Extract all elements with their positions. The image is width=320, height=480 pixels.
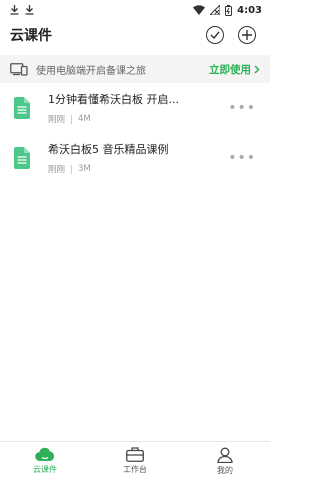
- briefcase-icon: [126, 447, 144, 462]
- bottom-tab-bar: 云课件 工作台 我的: [0, 441, 270, 480]
- cloud-icon: [35, 447, 55, 462]
- add-button[interactable]: [238, 26, 256, 44]
- file-size: 4M: [78, 114, 91, 124]
- tab-profile[interactable]: 我的: [180, 442, 270, 480]
- tab-label: 我的: [217, 465, 233, 475]
- meta-divider: [71, 164, 73, 174]
- download-icon: [25, 5, 34, 15]
- tab-label: 工作台: [123, 465, 147, 474]
- banner-message: 使用电脑端开启备课之旅: [36, 65, 146, 77]
- more-options-icon[interactable]: •••: [224, 100, 260, 116]
- wifi-icon: [193, 5, 206, 15]
- list-item[interactable]: 1分钟看懂希沃白板 开启... 刚刚 4M •••: [0, 88, 270, 128]
- file-title: 希沃白板5 音乐精品课例: [48, 143, 169, 156]
- file-size: 3M: [78, 164, 91, 174]
- use-now-label: 立即使用: [209, 63, 251, 76]
- use-now-link[interactable]: 立即使用: [209, 62, 260, 77]
- file-time: 刚刚: [48, 115, 66, 125]
- document-icon: [14, 97, 30, 119]
- status-time: 4:03: [237, 4, 262, 16]
- list-item[interactable]: 希沃白板5 音乐精品课例 刚刚 3M •••: [0, 138, 270, 178]
- plus-icon: [242, 30, 252, 40]
- page-title: 云课件: [10, 28, 52, 44]
- tab-label: 云课件: [33, 465, 57, 474]
- status-bar: 4:03: [0, 0, 270, 20]
- tab-cloud-courseware[interactable]: 云课件: [0, 442, 90, 480]
- select-button[interactable]: [206, 26, 224, 44]
- meta-divider: [71, 114, 73, 124]
- tab-workbench[interactable]: 工作台: [90, 442, 180, 480]
- check-icon: [210, 31, 220, 39]
- file-list: 1分钟看懂希沃白板 开启... 刚刚 4M ••• 希沃白板5 音乐精品课例 刚…: [0, 88, 270, 188]
- app-header: 云课件: [0, 20, 270, 50]
- document-icon: [14, 147, 30, 169]
- more-options-icon[interactable]: •••: [224, 150, 260, 166]
- file-time: 刚刚: [48, 165, 66, 175]
- file-title: 1分钟看懂希沃白板 开启...: [48, 93, 179, 106]
- user-icon: [217, 447, 233, 463]
- desktop-device-icon: [10, 62, 28, 76]
- battery-icon: [225, 4, 233, 16]
- chevron-right-icon: [254, 64, 260, 74]
- desktop-promo-banner[interactable]: 使用电脑端开启备课之旅 立即使用: [0, 55, 270, 83]
- no-signal-icon: [210, 5, 221, 15]
- download-icon: [10, 5, 19, 15]
